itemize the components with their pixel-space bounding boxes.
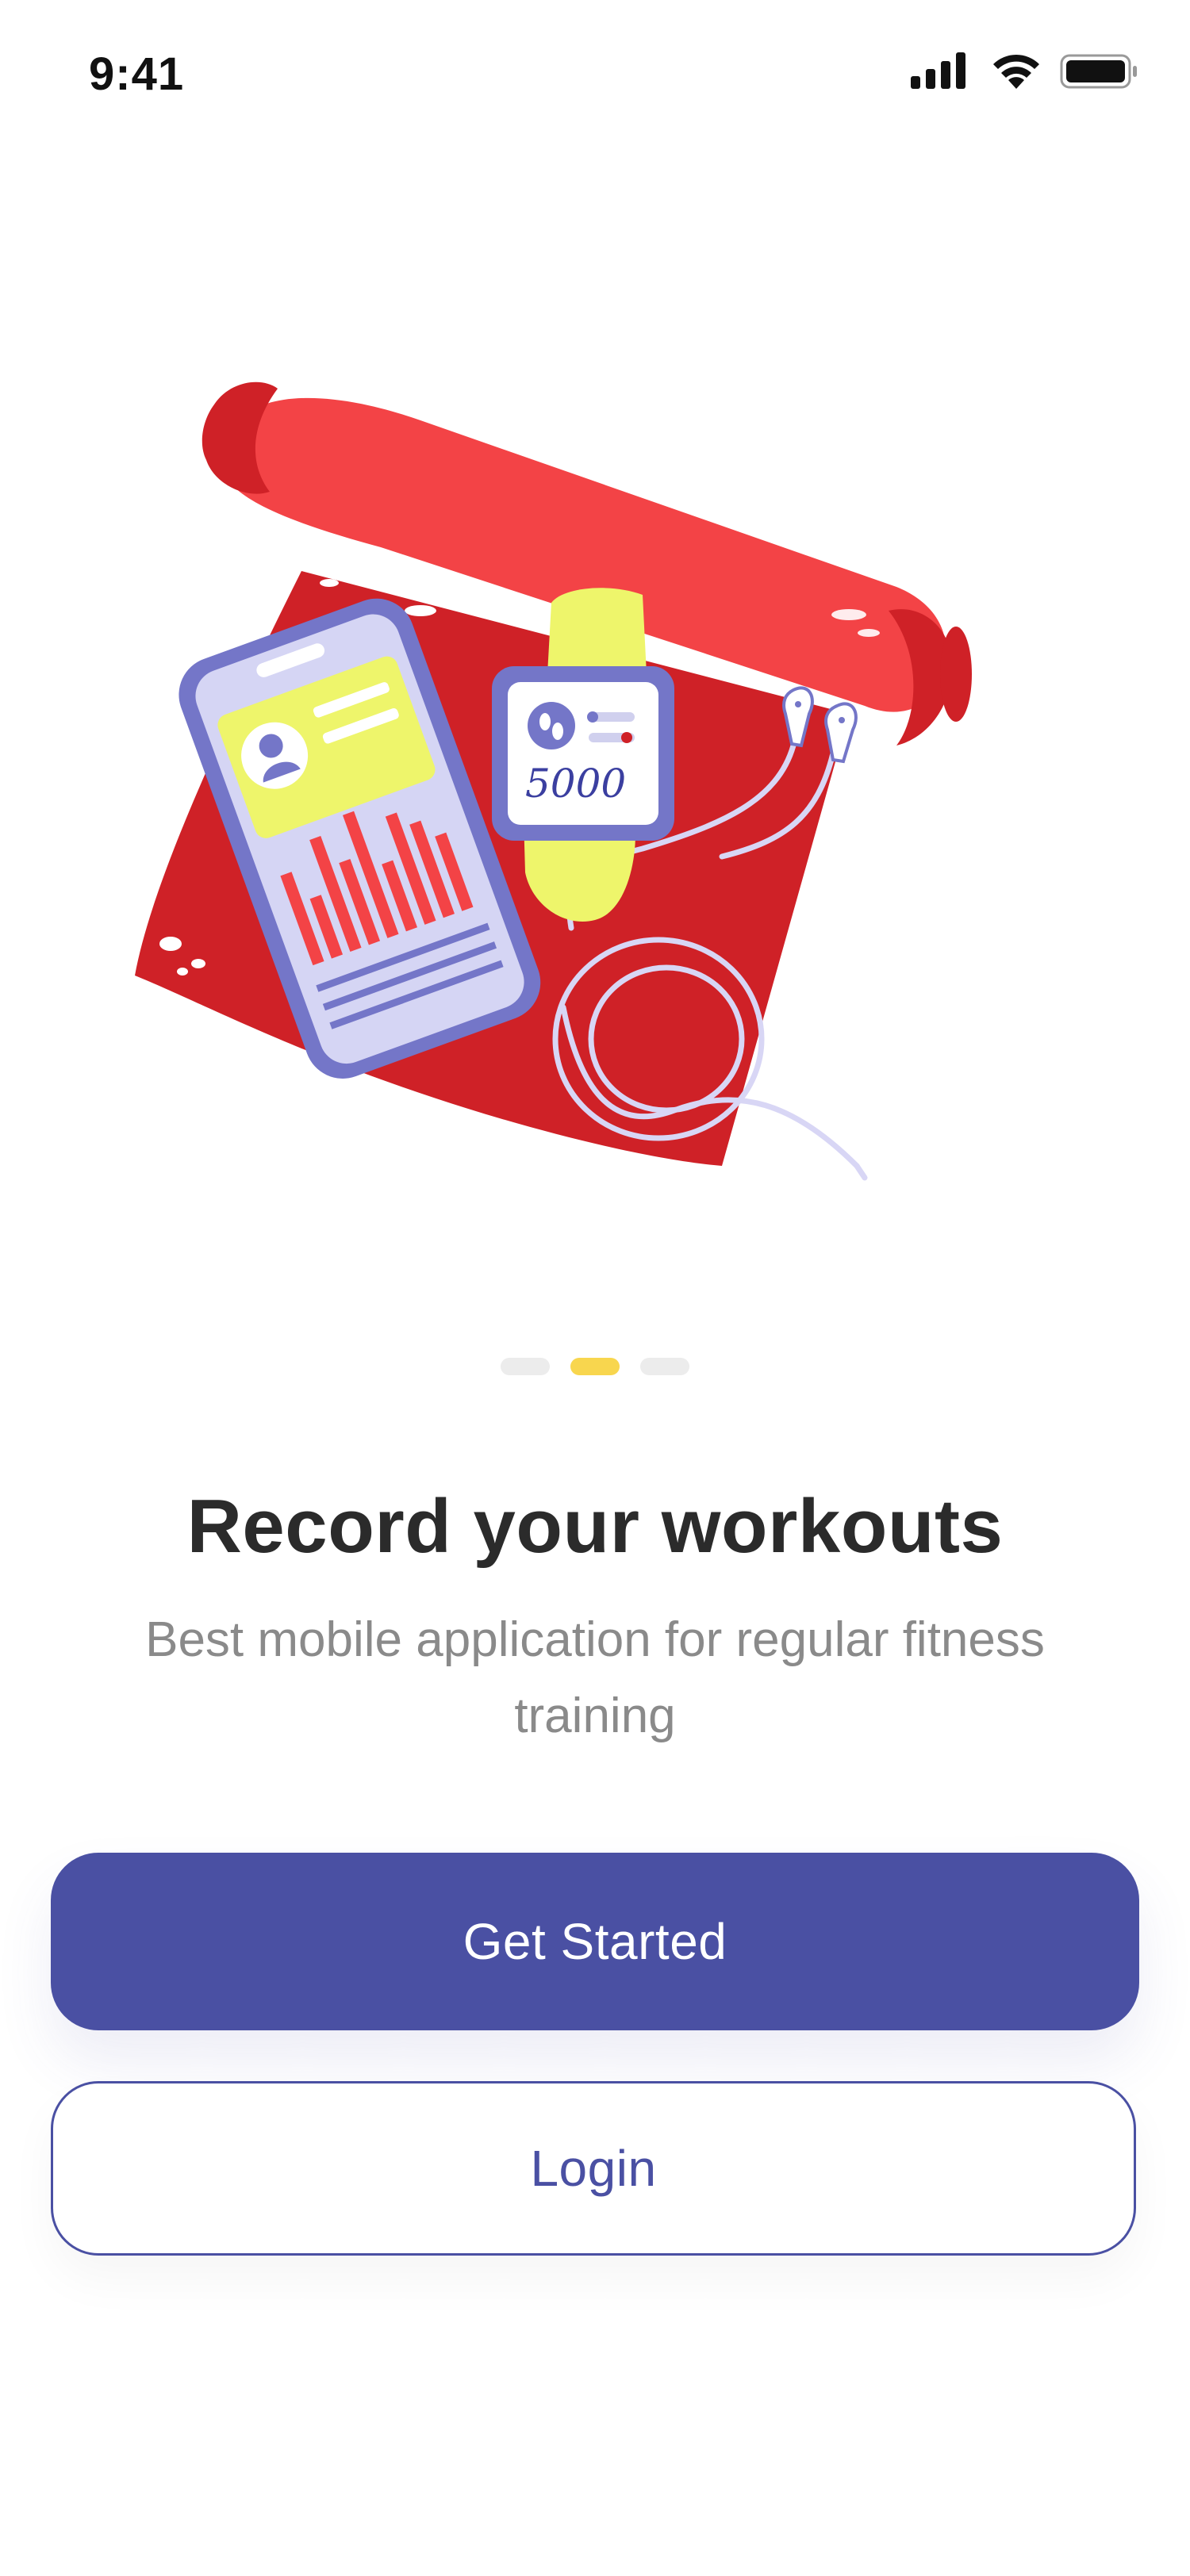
onboarding-screen: 9:41 5000 Record your workouts Best mobi… <box>0 0 1190 2576</box>
watch-step-count: 5000 <box>525 761 626 807</box>
cellular-signal-icon <box>911 52 965 89</box>
status-time: 9:41 <box>89 48 185 100</box>
status-bar: 9:41 <box>0 0 1190 151</box>
wifi-icon <box>993 54 1039 89</box>
login-button[interactable]: Login <box>51 2081 1136 2256</box>
battery-icon <box>1060 54 1137 89</box>
fitness-illustration: 5000 <box>135 381 972 1181</box>
get-started-button[interactable]: Get Started <box>51 1853 1139 2030</box>
page-dot-1[interactable] <box>501 1358 550 1375</box>
status-icons <box>911 52 1141 92</box>
page-dot-3[interactable] <box>640 1358 689 1375</box>
page-dot-2-active[interactable] <box>570 1358 620 1375</box>
onboarding-title: Record your workouts <box>186 1484 1004 1569</box>
onboarding-subtitle: Best mobile application for regular fitn… <box>145 1612 1045 1743</box>
page-indicator <box>0 1358 1190 1377</box>
